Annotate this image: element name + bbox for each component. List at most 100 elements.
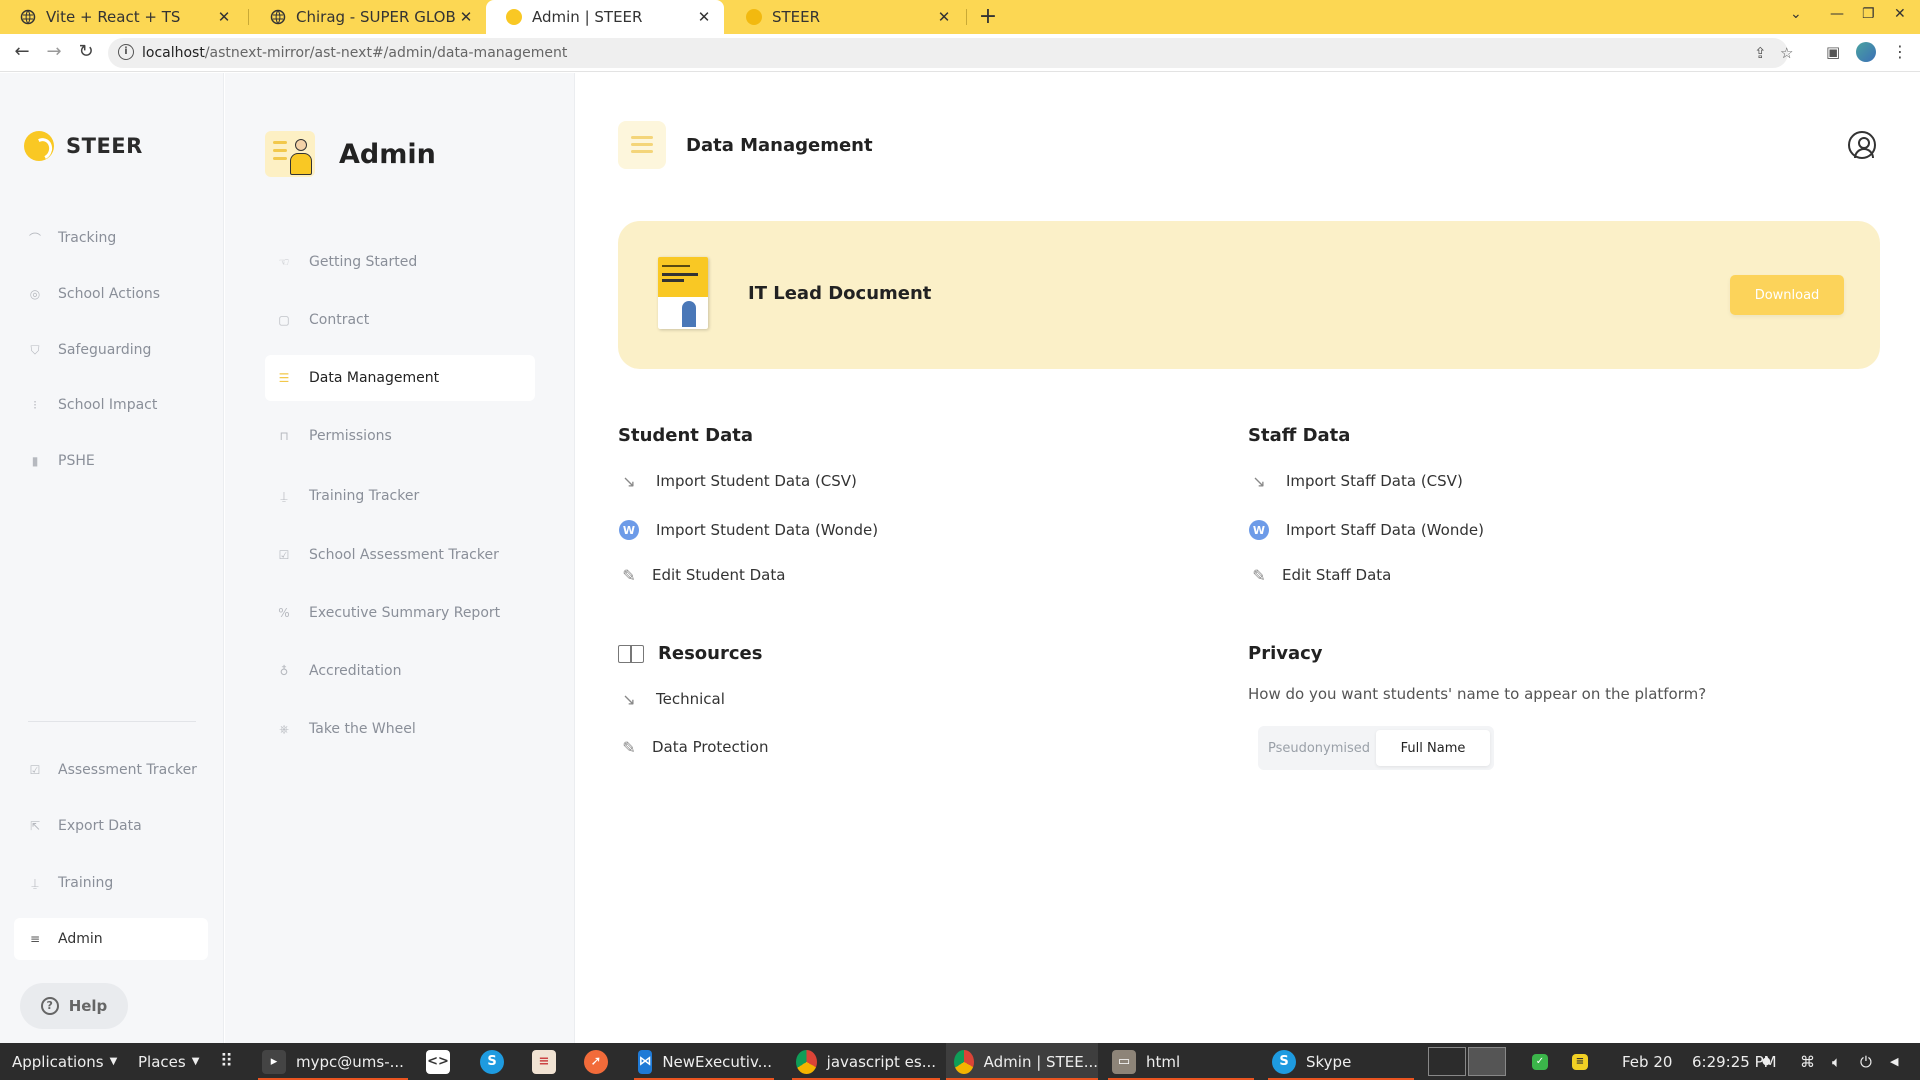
staff-data-title: Staff Data [1248, 425, 1351, 446]
browser-tab[interactable]: Vite + React + TS ✕ [0, 0, 244, 34]
subnav-item-school-assessment-tracker[interactable]: ☑ School Assessment Tracker [265, 532, 535, 578]
subnav-item-permissions[interactable]: ⊓ Permissions [265, 413, 535, 459]
pseudonymised-option[interactable]: Pseudonymised [1262, 730, 1376, 766]
profile-avatar[interactable] [1856, 42, 1876, 62]
app-grid-icon[interactable]: ⠿ [220, 1043, 233, 1080]
logo-text: STEER [66, 134, 143, 158]
reload-icon[interactable]: ↻ [74, 41, 98, 62]
sidebar: STEER ⌒ Tracking ◎ School Actions ⛉ Safe… [0, 73, 224, 1043]
taskbar-window-chrome[interactable]: javascript es... [796, 1043, 936, 1080]
subnav-item-label: Contract [309, 312, 370, 328]
subnav-item-training-tracker[interactable]: ⍊ Training Tracker [265, 473, 535, 519]
taskbar-launcher-postman[interactable]: ➚ [584, 1043, 618, 1080]
star-icon[interactable]: ☆ [1780, 44, 1793, 62]
workspace-1[interactable] [1428, 1047, 1466, 1076]
resources-header: Resources [618, 643, 762, 664]
taskbar-window-skype[interactable]: S Skype [1272, 1043, 1412, 1080]
import-staff-csv-link[interactable]: ↘ Import Staff Data (CSV) [1248, 470, 1463, 492]
technical-link[interactable]: ↘ Technical [618, 688, 725, 710]
steer-logo[interactable]: STEER [24, 131, 143, 161]
subnav-item-data-management[interactable]: ☰ Data Management [265, 355, 535, 401]
data-protection-link[interactable]: ✎ Data Protection [618, 736, 768, 758]
workspace-2[interactable] [1468, 1047, 1506, 1076]
browser-tab[interactable]: STEER ✕ [726, 0, 964, 34]
subnav-item-accreditation[interactable]: ♁ Accreditation [265, 648, 535, 694]
sidebar-item-training[interactable]: ⍊ Training [14, 862, 208, 904]
full-name-option[interactable]: Full Name [1376, 730, 1490, 766]
sidebar-item-export-data[interactable]: ⇱ Export Data [14, 805, 208, 847]
sidebar-item-school-actions[interactable]: ◎ School Actions [14, 273, 208, 315]
sidebar-item-tracking[interactable]: ⌒ Tracking [14, 217, 208, 259]
volume-icon[interactable]: 🔈︎ [1832, 1043, 1841, 1080]
places-menu[interactable]: Places ▼ [138, 1043, 199, 1080]
help-button[interactable]: ? Help [20, 983, 128, 1029]
subnav-item-executive-summary-report[interactable]: % Executive Summary Report [265, 590, 535, 636]
subnav-item-label: Training Tracker [309, 488, 420, 504]
sidebar-item-label: School Impact [58, 397, 158, 413]
applications-menu[interactable]: Applications ▼ [12, 1043, 117, 1080]
info-icon[interactable]: i [118, 44, 134, 60]
shield-check-icon[interactable]: ✓ [1532, 1043, 1558, 1080]
import-staff-wonde-link[interactable]: W Import Staff Data (Wonde) [1248, 519, 1484, 541]
sidebar-divider [28, 721, 196, 722]
power-icon[interactable]: ⏻ [1860, 1043, 1872, 1080]
sidebar-item-label: PSHE [58, 453, 95, 469]
edit-student-data-link[interactable]: ✎ Edit Student Data [618, 564, 785, 586]
taskbar-window-files[interactable]: ▭ html [1112, 1043, 1252, 1080]
taskbar-launcher-code[interactable]: <> [426, 1043, 460, 1080]
import-student-wonde-link[interactable]: W Import Student Data (Wonde) [618, 519, 878, 541]
close-icon[interactable]: ✕ [934, 8, 954, 26]
sidepanel-icon[interactable]: ▣ [1826, 43, 1840, 61]
sidebar-item-safeguarding[interactable]: ⛉ Safeguarding [14, 329, 208, 371]
import-student-csv-link[interactable]: ↘ Import Student Data (CSV) [618, 470, 857, 492]
menu-icon[interactable]: ⋮ [1892, 42, 1908, 61]
notes-icon[interactable]: ≡ [1572, 1043, 1598, 1080]
action-label: Data Protection [652, 738, 769, 756]
name-display-toggle: Pseudonymised Full Name [1258, 726, 1494, 770]
main-content: Data Management IT Lead Document Downloa… [576, 73, 1920, 1043]
share-icon[interactable]: ⇪ [1754, 44, 1767, 62]
close-icon[interactable]: ✕ [456, 8, 476, 26]
clock-date[interactable]: Feb 20 [1622, 1043, 1672, 1080]
import-arrow-icon: ↘ [1252, 471, 1266, 491]
taskbar-window-chrome-active[interactable]: Admin | STEE... [946, 1043, 1098, 1080]
taskbar-window-vscode[interactable]: ⋈ NewExecutiv... [638, 1043, 772, 1080]
sidebar-item-admin[interactable]: ≡ Admin [14, 918, 208, 960]
minimize-icon[interactable]: — [1830, 6, 1844, 22]
open-book-icon [618, 644, 644, 663]
browser-tab-active[interactable]: Admin | STEER ✕ [486, 0, 724, 34]
back-icon[interactable]: ← [10, 41, 34, 62]
browser-tab[interactable]: Chirag - SUPER GLOBAL A ✕ [250, 0, 486, 34]
admin-illustration [265, 129, 321, 179]
sidebar-item-label: Safeguarding [58, 342, 152, 358]
import-arrow-icon: ↘ [622, 689, 636, 709]
target-icon: ◎ [29, 287, 41, 301]
forward-icon[interactable]: → [42, 41, 66, 62]
subnav-item-getting-started[interactable]: ☜ Getting Started [265, 239, 535, 285]
vscode-icon: ⋈ [638, 1049, 653, 1074]
sidebar-item-school-impact[interactable]: ⁝ School Impact [14, 384, 208, 426]
address-bar[interactable]: i localhost/astnext-mirror/ast-next#/adm… [108, 38, 1793, 68]
taskbar-window-label: html [1146, 1052, 1181, 1071]
download-button[interactable]: Download [1730, 275, 1844, 315]
subnav-item-contract[interactable]: ▢ Contract [265, 297, 535, 343]
user-account-icon[interactable] [1848, 131, 1876, 159]
taskbar-window-terminal[interactable]: ▸ mypc@ums-... [262, 1043, 412, 1080]
subnav-item-take-the-wheel[interactable]: ⎈ Take the Wheel [265, 706, 535, 752]
close-icon[interactable]: ✕ [214, 8, 234, 26]
new-tab-button[interactable]: + [976, 4, 1000, 29]
wheel-icon: ⎈ [279, 721, 289, 736]
close-window-icon[interactable]: ✕ [1894, 6, 1906, 22]
tab-title: STEER [772, 8, 821, 26]
edit-staff-data-link[interactable]: ✎ Edit Staff Data [1248, 564, 1391, 586]
sidebar-item-pshe[interactable]: ▮ PSHE [14, 440, 208, 482]
sidebar-item-assessment-tracker[interactable]: ☑ Assessment Tracker [14, 749, 208, 791]
taskbar-window-label: NewExecutiv... [662, 1052, 772, 1071]
network-icon[interactable]: ⌘ [1800, 1043, 1815, 1080]
taskbar-launcher-skype[interactable]: S [480, 1043, 514, 1080]
close-icon[interactable]: ✕ [694, 8, 714, 26]
tray-arrow-icon[interactable]: ◀ [1890, 1043, 1898, 1080]
tab-search-icon[interactable]: ⌄ [1790, 6, 1802, 22]
taskbar-launcher-editor[interactable]: ≡ [532, 1043, 566, 1080]
restore-icon[interactable]: ❐ [1862, 6, 1875, 22]
